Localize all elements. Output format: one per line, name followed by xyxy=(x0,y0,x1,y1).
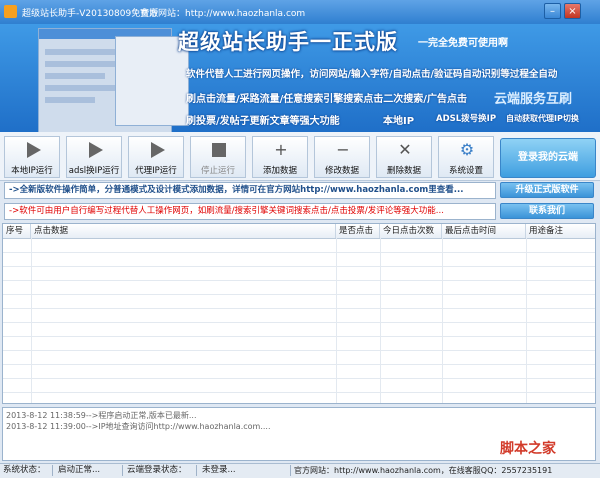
status-system-value: 启动正常... xyxy=(58,465,101,475)
col-header-today-count[interactable]: 今日点击次数 xyxy=(380,224,442,238)
button-label: 系统设置 xyxy=(448,166,483,176)
stop-icon xyxy=(212,143,226,157)
col-header-clicked[interactable]: 是否点击 xyxy=(336,224,380,238)
button-label: 停止运行 xyxy=(200,166,235,176)
cloud-login-button[interactable]: 登录我的云端 xyxy=(500,138,596,178)
close-button[interactable]: × xyxy=(564,3,581,19)
stop-run-button[interactable]: 停止运行 xyxy=(190,136,246,178)
col-header-index[interactable]: 序号 xyxy=(3,224,31,238)
status-cloud-label: 云端登录状态： xyxy=(127,465,187,475)
add-data-button[interactable]: + 添加数据 xyxy=(252,136,308,178)
banner-title: 超级站长助手一正式版 xyxy=(178,30,398,54)
banner-tag-adsl: ADSL拨号换IP xyxy=(436,114,497,124)
minus-icon: − xyxy=(336,140,350,159)
status-bar: 系统状态： 启动正常... 云端登录状态： 未登录... 官方网站：http:/… xyxy=(0,463,600,478)
banner-tag-local-ip: 本地IP xyxy=(383,116,415,127)
banner-subtitle: 一完全免费可使用啊 xyxy=(418,38,508,49)
adsl-run-button[interactable]: adsl换IP运行 xyxy=(66,136,122,178)
title-site-label: 官方网站：http://www.haozhanla.com xyxy=(140,9,306,19)
contact-button[interactable]: 联系我们 xyxy=(500,203,594,219)
settings-button[interactable]: ⚙ 系统设置 xyxy=(438,136,494,178)
col-header-last-time[interactable]: 最后点击时间 xyxy=(442,224,526,238)
log-line: 2013-8-12 11:38:59-->程序启动正常,版本已最新... xyxy=(6,411,197,420)
button-label: 修改数据 xyxy=(324,166,359,176)
minimize-button[interactable]: – xyxy=(544,3,561,19)
watermark: 脚本之家 xyxy=(500,441,556,457)
banner-line-2: 刷点击流量/采路流量/任意搜索引擎搜索点击二次搜索/广告点击 xyxy=(186,94,467,105)
play-icon xyxy=(151,142,165,158)
button-label: adsl换IP运行 xyxy=(68,166,120,176)
title-bar: 超级站长助手-V20130809免费版 官方网站：http://www.haoz… xyxy=(0,0,600,24)
local-ip-run-button[interactable]: 本地IP运行 xyxy=(4,136,60,178)
button-label: 添加数据 xyxy=(262,166,297,176)
edit-data-button[interactable]: − 修改数据 xyxy=(314,136,370,178)
table-header: 序号 点击数据 是否点击 今日点击次数 最后点击时间 用途备注 xyxy=(3,224,595,239)
delete-data-button[interactable]: ✕ 删除数据 xyxy=(376,136,432,178)
log-line: 2013-8-12 11:39:00-->IP地址查询访问http://www.… xyxy=(6,422,271,431)
window-title: 超级站长助手-V20130809免费版 xyxy=(22,9,159,19)
button-label: 本地IP运行 xyxy=(11,166,53,176)
toolbar: 本地IP运行 adsl换IP运行 代理IP运行 停止运行 + 添加数据 − 修改… xyxy=(0,132,600,181)
play-icon xyxy=(27,142,41,158)
button-label: 删除数据 xyxy=(386,166,421,176)
promo-banner: 超级站长助手一正式版 一完全免费可使用啊 软件代替人工进行网页操作，访问网站/输… xyxy=(0,24,600,132)
button-label: 代理IP运行 xyxy=(135,166,177,176)
status-system-label: 系统状态： xyxy=(3,465,46,475)
proxy-ip-run-button[interactable]: 代理IP运行 xyxy=(128,136,184,178)
app-icon xyxy=(4,5,17,18)
upgrade-button[interactable]: 升级正式版软件 xyxy=(500,182,594,198)
settings-icon: ⚙ xyxy=(459,140,475,159)
banner-tag-proxy: 自动获取代理IP切换 xyxy=(506,114,579,123)
plus-icon: + xyxy=(274,140,288,159)
close-icon: ✕ xyxy=(398,140,412,159)
col-header-notes[interactable]: 用途备注 xyxy=(526,224,595,238)
info-line-2: ->软件可由用户自行编写过程代替人工操作网页，如刷流量/搜索引擎关键词搜索点击/… xyxy=(4,203,496,220)
status-cloud-value: 未登录... xyxy=(202,465,236,475)
data-table[interactable]: 序号 点击数据 是否点击 今日点击次数 最后点击时间 用途备注 xyxy=(2,223,596,404)
banner-line-1: 软件代替人工进行网页操作，访问网站/输入字符/自动点击/验证码自动识别等过程全自… xyxy=(186,69,558,80)
play-icon xyxy=(89,142,103,158)
col-header-click-data[interactable]: 点击数据 xyxy=(31,224,336,238)
banner-cloud-text: 云端服务互刷 xyxy=(494,92,573,107)
info-line-1: ->全新版软件操作简单，分普通模式及设计模式添加数据，详情可在官方网站http:… xyxy=(4,182,496,199)
banner-line-3: 刷投票/发帖子更新文章等强大功能 xyxy=(186,116,340,127)
status-site-info: 官方网站：http://www.haozhanla.com，在线客服QQ：255… xyxy=(294,466,553,475)
